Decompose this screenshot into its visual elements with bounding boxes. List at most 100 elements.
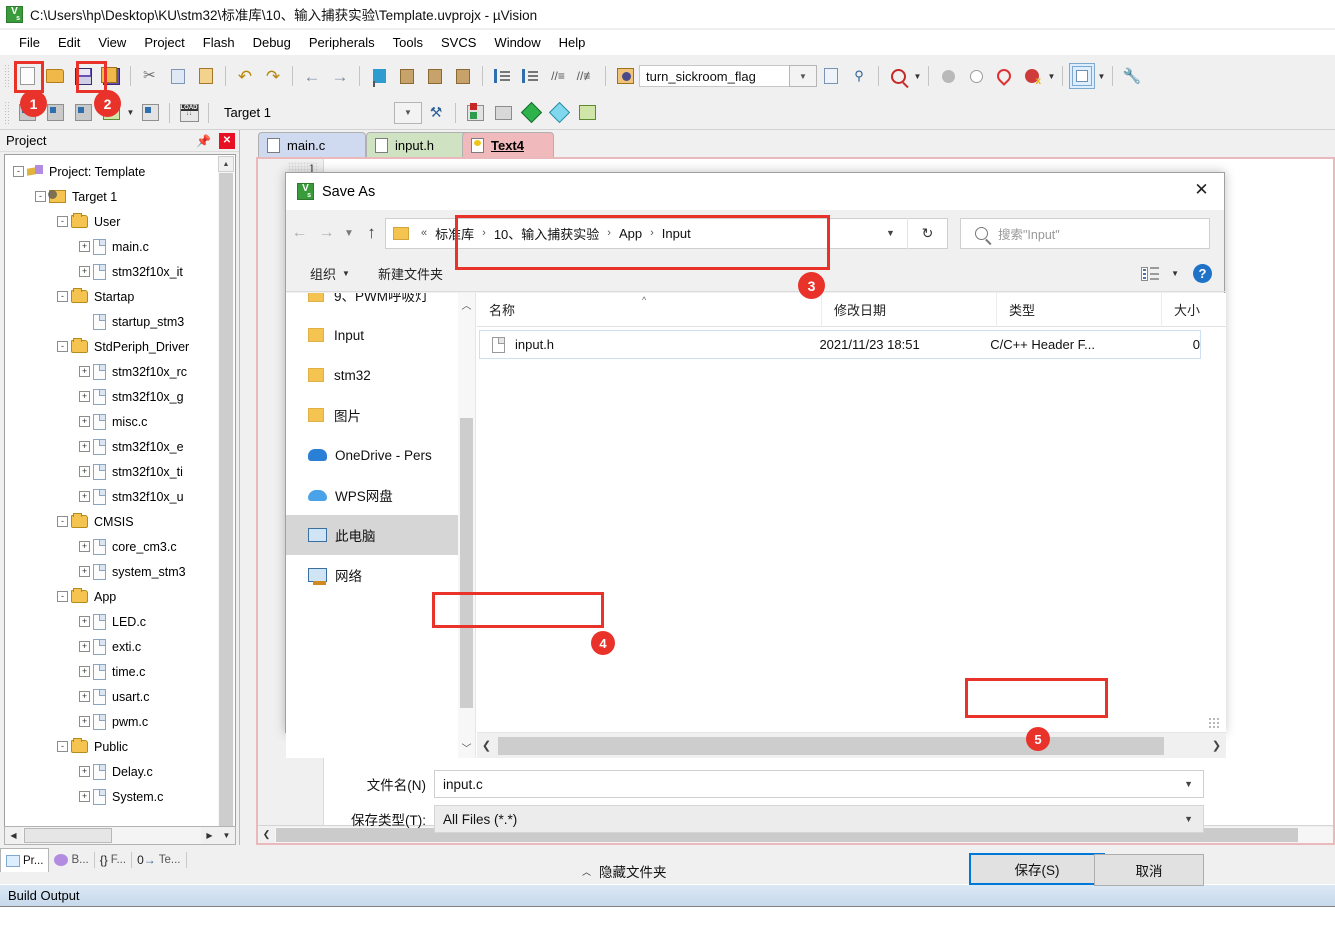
nav-pane-item[interactable]: 图片 <box>286 395 458 435</box>
cut-button[interactable]: ✂ <box>137 63 163 89</box>
scroll-left-icon[interactable]: ❮ <box>258 827 275 843</box>
scroll-left-icon[interactable]: ◀ <box>5 827 22 844</box>
scroll-left-icon[interactable]: ❮ <box>477 734 496 758</box>
comment-button[interactable]: //≡ <box>545 63 571 89</box>
up-icon[interactable]: ↑ <box>358 220 385 247</box>
symbol-search-dropdown[interactable]: ▼ <box>789 65 817 87</box>
tree-item[interactable]: - StdPeriph_Driver <box>5 334 219 359</box>
scroll-down-icon[interactable]: ﹀ <box>458 736 475 758</box>
chevron-down-icon[interactable]: ▼ <box>874 219 907 248</box>
filename-input[interactable]: input.c ▼ <box>434 770 1204 798</box>
expand-toggle-icon[interactable]: + <box>79 541 90 552</box>
tree-item[interactable]: + usart.c <box>5 684 219 709</box>
expand-toggle-icon[interactable]: + <box>79 641 90 652</box>
configure-button[interactable]: 🔧 <box>1119 63 1145 89</box>
tree-item[interactable]: + main.c <box>5 234 219 259</box>
dialog-close-button[interactable]: ✕ <box>1179 173 1224 206</box>
expand-toggle-icon[interactable]: + <box>79 716 90 727</box>
expand-toggle-icon[interactable]: + <box>79 441 90 452</box>
tab-text4[interactable]: Text4 <box>462 132 554 158</box>
tree-item[interactable]: - App <box>5 584 219 609</box>
collapse-toggle-icon[interactable]: - <box>13 166 24 177</box>
next-bookmark-button[interactable] <box>422 63 448 89</box>
pin-icon[interactable]: 📌 <box>196 134 211 148</box>
save-all-button[interactable] <box>98 63 124 89</box>
tree-item[interactable]: - Target 1 <box>5 184 219 209</box>
close-icon[interactable]: ✕ <box>219 132 235 149</box>
project-tree-vertical-scrollbar[interactable]: ▲ <box>218 156 234 838</box>
navigation-pane[interactable]: 9、PWM呼吸灯 Input stm32 图片 OneDrive - Pers WPS网盘… <box>286 293 476 758</box>
scroll-up-icon[interactable]: ︿ <box>458 293 475 315</box>
rebuild-button[interactable] <box>70 100 96 126</box>
menu-project[interactable]: Project <box>135 33 193 52</box>
hide-folders-toggle[interactable]: ︿ 隐藏文件夹 <box>582 861 667 881</box>
prev-bookmark-button[interactable] <box>394 63 420 89</box>
tree-item[interactable]: + exti.c <box>5 634 219 659</box>
menu-flash[interactable]: Flash <box>194 33 244 52</box>
forward-button[interactable]: → <box>327 63 353 89</box>
toolbar-grip[interactable] <box>4 64 11 88</box>
open-file-button[interactable] <box>42 63 68 89</box>
nav-pane-item[interactable]: 此电脑 <box>286 515 458 555</box>
scroll-up-icon[interactable]: ▲ <box>218 156 234 172</box>
manage-packs-button[interactable] <box>574 100 600 126</box>
expand-toggle-icon[interactable]: + <box>79 266 90 277</box>
breadcrumb-item-1[interactable]: 10、输入捕获实验 <box>492 224 601 243</box>
tree-item[interactable]: + time.c <box>5 659 219 684</box>
manage-project-items-button[interactable]: ⚒ <box>423 100 449 126</box>
browse-symbol-button[interactable]: ⚲ <box>846 63 872 89</box>
menu-peripherals[interactable]: Peripherals <box>300 33 384 52</box>
chevron-down-icon[interactable]: ▼ <box>1184 814 1193 824</box>
menu-file[interactable]: File <box>10 33 49 52</box>
kill-breakpoints-button[interactable] <box>991 63 1017 89</box>
redo-button[interactable]: ↷ <box>260 63 286 89</box>
view-mode-dropdown-icon[interactable]: ▼ <box>1171 269 1179 278</box>
scroll-right-icon[interactable]: ❯ <box>1207 734 1226 758</box>
toolbar-grip-2[interactable] <box>4 100 11 125</box>
undo-button[interactable]: ↶ <box>232 63 258 89</box>
recent-locations-icon[interactable]: ▼ <box>340 220 358 247</box>
hscroll-track[interactable] <box>496 734 1207 758</box>
expand-toggle-icon[interactable]: + <box>79 491 90 502</box>
view-mode-icon[interactable] <box>1141 266 1163 282</box>
symbol-search-box[interactable]: turn_sickroom_flag <box>639 65 789 87</box>
save-button[interactable] <box>70 63 96 89</box>
tree-item[interactable]: - Public <box>5 734 219 759</box>
cancel-button[interactable]: 取消 <box>1094 854 1204 886</box>
panel-tab-project[interactable]: Pr... <box>0 848 50 872</box>
breadcrumb-item-3[interactable]: Input <box>660 226 693 241</box>
tree-item[interactable]: + stm32f10x_rc <box>5 359 219 384</box>
collapse-toggle-icon[interactable]: - <box>57 741 68 752</box>
collapse-toggle-icon[interactable]: - <box>57 216 68 227</box>
expand-toggle-icon[interactable]: + <box>79 366 90 377</box>
tree-item[interactable]: + stm32f10x_g <box>5 384 219 409</box>
insert-breakpoint-button[interactable] <box>935 63 961 89</box>
nav-pane-item[interactable]: OneDrive - Pers <box>286 435 458 475</box>
help-icon[interactable]: ? <box>1193 264 1212 283</box>
download-button[interactable]: LOAD ↓↓ <box>176 100 202 126</box>
new-file-button[interactable] <box>14 63 40 89</box>
collapse-toggle-icon[interactable]: - <box>57 341 68 352</box>
manage-run-time-button[interactable] <box>490 100 516 126</box>
tree-item[interactable]: + stm32f10x_ti <box>5 459 219 484</box>
tree-item[interactable]: + Delay.c <box>5 759 219 784</box>
project-window-dropdown-icon[interactable]: ▼ <box>1096 63 1107 89</box>
collapse-toggle-icon[interactable]: - <box>57 291 68 302</box>
paste-button[interactable] <box>193 63 219 89</box>
tree-item[interactable]: + pwm.c <box>5 709 219 734</box>
back-icon[interactable]: ← <box>286 220 313 247</box>
tree-item[interactable]: + system_stm3 <box>5 559 219 584</box>
tree-item[interactable]: + misc.c <box>5 409 219 434</box>
column-header-type[interactable]: 类型 <box>997 292 1162 327</box>
tree-item[interactable]: - Startap <box>5 284 219 309</box>
file-row[interactable]: input.h 2021/11/23 18:51 C/C++ Header F.… <box>479 330 1201 359</box>
breadcrumb-item-2[interactable]: App <box>617 226 644 241</box>
resize-grip[interactable] <box>1208 717 1220 729</box>
nav-pane-item[interactable]: 网络 <box>286 555 458 595</box>
forward-icon[interactable]: → <box>313 220 340 247</box>
batch-build-dropdown-icon[interactable]: ▼ <box>125 100 136 126</box>
collapse-toggle-icon[interactable]: - <box>57 516 68 527</box>
new-folder-button[interactable]: 新建文件夹 <box>370 264 451 283</box>
scroll-right-icon[interactable]: ▶ <box>201 827 218 844</box>
expand-toggle-icon[interactable]: + <box>79 691 90 702</box>
